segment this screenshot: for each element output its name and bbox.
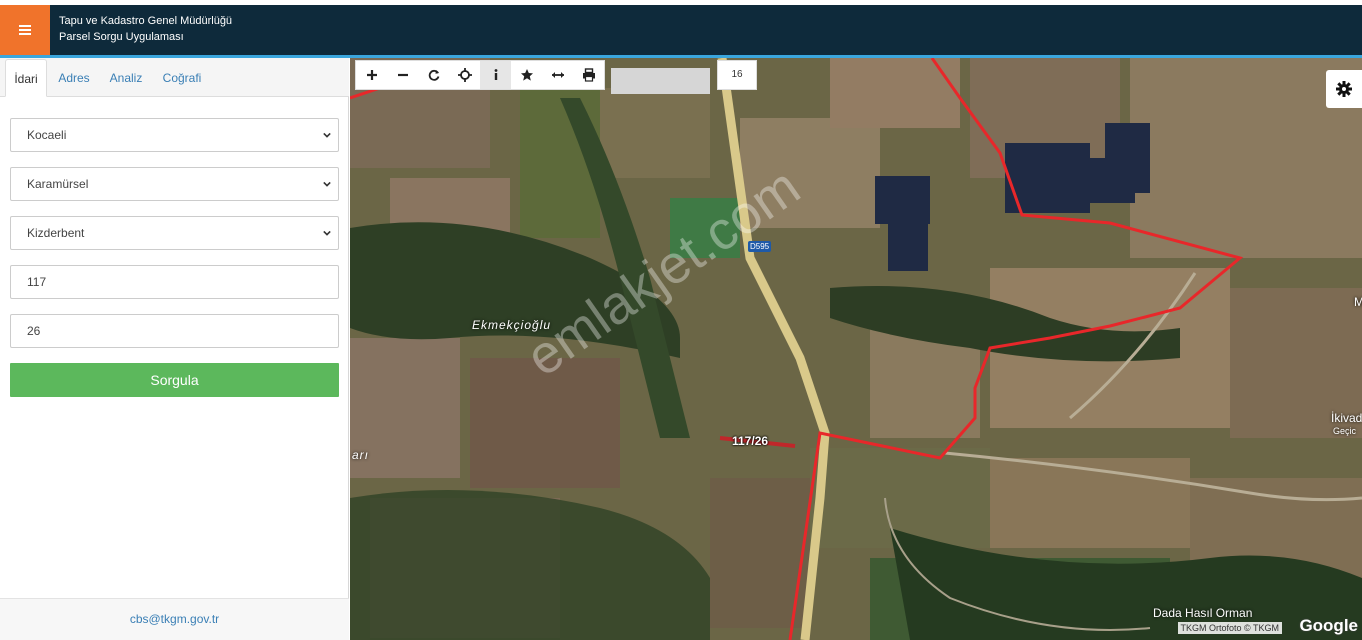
place-label-ekmekcioglu: Ekmekçioğlu	[472, 318, 552, 332]
footer: cbs@tkgm.gov.tr	[0, 598, 349, 640]
refresh-button[interactable]	[418, 61, 449, 89]
print-button[interactable]	[573, 61, 604, 89]
tab-idari[interactable]: İdari	[5, 59, 47, 97]
chevron-down-icon	[323, 230, 331, 236]
chevron-down-icon	[323, 132, 331, 138]
chevron-down-icon	[323, 181, 331, 187]
star-icon	[520, 69, 533, 81]
locate-icon	[457, 68, 472, 82]
ilce-select-value: Karamürsel	[27, 177, 89, 191]
measure-icon	[551, 72, 564, 78]
settings-button[interactable]	[1326, 70, 1362, 108]
ilce-select[interactable]: Karamürsel	[10, 167, 339, 201]
sorgula-button[interactable]: Sorgula	[10, 363, 339, 397]
parsel-input[interactable]: 26	[10, 314, 339, 348]
mahalle-select-value: Kizderbent	[27, 226, 85, 240]
place-label-dada: Dada Hasıl Orman	[1153, 606, 1253, 620]
info-button[interactable]	[480, 61, 511, 89]
place-label-gecic: Geçic	[1333, 426, 1357, 436]
map-toolbar	[355, 60, 605, 90]
measure-button[interactable]	[542, 61, 573, 89]
mahalle-select[interactable]: Kizderbent	[10, 216, 339, 250]
app-title-line2: Parsel Sorgu Uygulaması	[59, 31, 184, 43]
app-title-line1: Tapu ve Kadastro Genel Müdürlüğü	[59, 15, 233, 27]
locate-button[interactable]	[449, 61, 480, 89]
google-logo: Google	[1299, 616, 1358, 635]
sidebar: İdari Adres Analiz Coğrafi Kocaeli Karam…	[0, 58, 349, 640]
hamburger-icon	[19, 25, 31, 35]
app-title: Tapu ve Kadastro Genel Müdürlüğü Parsel …	[59, 13, 232, 45]
tab-analiz[interactable]: Analiz	[104, 59, 148, 97]
refresh-icon	[428, 69, 439, 81]
gear-icon	[1336, 81, 1352, 97]
parcel-label: 117/26	[732, 434, 769, 448]
zoom-in-icon	[366, 70, 377, 80]
print-icon	[582, 68, 595, 82]
zoom-in-button[interactable]	[356, 61, 387, 89]
coordinate-box	[611, 68, 710, 94]
place-label-ari: arı	[352, 448, 370, 462]
tab-bar: İdari Adres Analiz Coğrafi	[0, 58, 349, 97]
zoom-out-icon	[397, 73, 408, 77]
footer-email-link[interactable]: cbs@tkgm.gov.tr	[130, 612, 219, 626]
map-view[interactable]: 16 emlakjet.com D595 Ekmekçioğlu arı İki…	[350, 58, 1362, 640]
place-label-m: M	[1354, 295, 1362, 309]
info-icon	[494, 69, 497, 80]
road-label: D595	[748, 241, 772, 252]
place-label-ikivad: İkivad	[1331, 411, 1362, 425]
il-select[interactable]: Kocaeli	[10, 118, 339, 152]
hamburger-menu-button[interactable]	[0, 5, 50, 55]
tab-adres[interactable]: Adres	[52, 59, 96, 97]
zoom-out-button[interactable]	[387, 61, 418, 89]
satellite-imagery	[350, 58, 1362, 640]
map-attribution: TKGM Ortofoto © TKGM	[1177, 622, 1282, 634]
tab-cografi[interactable]: Coğrafi	[157, 59, 207, 97]
zoom-level-box: 16	[717, 60, 757, 90]
ada-input[interactable]: 117	[10, 265, 339, 299]
favorite-button[interactable]	[511, 61, 542, 89]
il-select-value: Kocaeli	[27, 128, 67, 142]
